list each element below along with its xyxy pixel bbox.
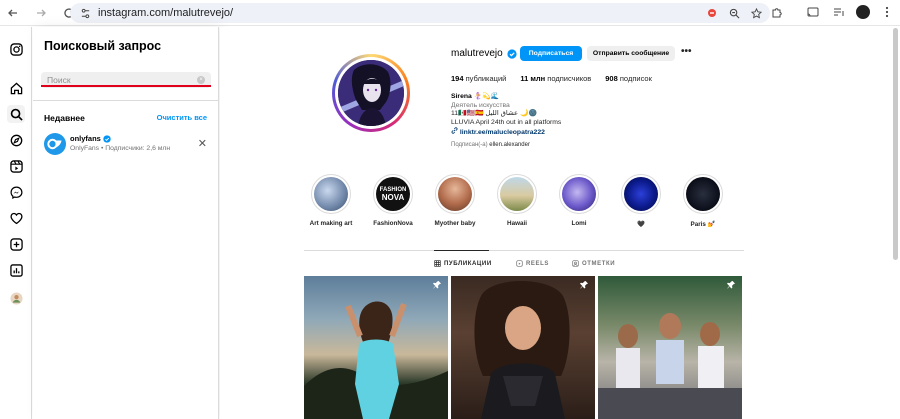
bio-category: Деятель искусства (451, 101, 510, 109)
notifications-heart-icon[interactable] (7, 209, 25, 227)
bio-display-name: Sirena 🧜‍♀️💫🌊 (451, 93, 500, 100)
messenger-icon[interactable] (7, 183, 25, 201)
cast-icon[interactable] (804, 3, 822, 21)
pinned-icon (580, 280, 589, 289)
profile-avatar-story-ring[interactable] (332, 54, 410, 132)
highlight-item[interactable]: Art making art (305, 174, 357, 227)
story-highlights: Art making art FASHION NOVA FashionNova M… (305, 174, 745, 234)
tabs-divider (304, 250, 744, 251)
recent-item-subtitle: OnlyFans • Подписчики: 2,6 млн (70, 145, 171, 152)
link-icon (451, 127, 458, 135)
highlight-item[interactable]: Myother baby (429, 174, 481, 227)
extensions-puzzle-icon[interactable] (768, 3, 786, 21)
highlight-item[interactable]: FASHION NOVA FashionNova (367, 174, 419, 227)
search-panel-title: Поисковый запрос (44, 39, 162, 53)
pinned-icon (727, 280, 736, 289)
highlight-item[interactable]: Hawaii (491, 174, 543, 227)
search-icon[interactable] (7, 105, 25, 123)
explore-compass-icon[interactable] (7, 131, 25, 149)
site-info-icon[interactable] (78, 6, 92, 20)
profile-username: malutrevejo (451, 48, 503, 59)
active-tab-indicator (434, 250, 489, 251)
create-plus-icon[interactable] (7, 235, 25, 253)
grid-icon (434, 260, 441, 267)
browser-profile-avatar[interactable] (856, 5, 870, 19)
dashboard-icon[interactable] (7, 261, 25, 279)
reels-icon (516, 260, 523, 267)
post-thumbnail[interactable] (451, 276, 595, 419)
media-controls-icon[interactable] (830, 3, 848, 21)
profile-avatar (338, 60, 404, 126)
clear-all-button[interactable]: Очистить все (157, 113, 207, 122)
follow-button[interactable]: Подписаться (520, 46, 582, 61)
remove-recent-icon[interactable]: ✕ (198, 137, 207, 150)
reels-icon[interactable] (7, 157, 25, 175)
profile-stats: 194 публикаций 11 млн подписчиков 908 по… (451, 74, 652, 83)
verified-badge-icon (103, 134, 111, 143)
page-scrollbar[interactable] (893, 28, 898, 260)
tab-tagged[interactable]: ОТМЕТКИ (572, 260, 615, 267)
recent-item-name-row: onlyfans (70, 134, 111, 143)
posts-count: 194 публикаций (451, 74, 507, 83)
instagram-nav-rail (0, 27, 32, 419)
address-bar[interactable]: instagram.com/malutrevejo/ (70, 3, 770, 23)
post-thumbnail[interactable] (304, 276, 448, 419)
profile-username-row: malutrevejo (451, 48, 517, 59)
recent-heading: Недавнее (44, 113, 85, 123)
onlyfans-avatar (44, 133, 66, 155)
pinned-icon (433, 280, 442, 289)
recent-search-item[interactable]: onlyfans OnlyFans • Подписчики: 2,6 млн … (33, 131, 219, 157)
more-options-icon[interactable]: ••• (681, 46, 692, 57)
home-icon[interactable] (7, 79, 25, 97)
recent-item-name: onlyfans (70, 134, 101, 143)
tagged-icon (572, 260, 579, 267)
following-count[interactable]: 908 подписок (605, 74, 652, 83)
url-text[interactable]: instagram.com/malutrevejo/ (98, 7, 233, 19)
browser-toolbar: instagram.com/malutrevejo/ (0, 0, 900, 26)
forward-arrow-icon[interactable] (31, 3, 51, 23)
profile-avatar-icon[interactable] (7, 289, 25, 307)
send-message-button[interactable]: Отправить сообщение (587, 46, 675, 61)
bookmark-star-icon[interactable] (748, 5, 764, 21)
tab-posts[interactable]: ПУБЛИКАЦИИ (434, 260, 492, 267)
clear-input-icon[interactable]: × (197, 76, 205, 84)
search-panel: Поисковый запрос × Недавнее Очистить все… (33, 27, 219, 419)
post-thumbnail[interactable] (598, 276, 742, 419)
profile-bio: Sirena 🧜‍♀️💫🌊 Деятель искусства 11🇲🇽🇺🇸🇪🇸… (451, 93, 561, 138)
highlight-item[interactable]: 🖤 (615, 174, 667, 228)
zoom-icon[interactable] (726, 5, 742, 21)
instagram-logo-icon[interactable] (7, 40, 25, 58)
profile-main: malutrevejo Подписаться Отправить сообще… (220, 27, 900, 419)
browser-menu-icon[interactable] (878, 3, 896, 21)
followed-by[interactable]: Подписан(-а) ellen.alexander (451, 142, 530, 148)
followers-count[interactable]: 11 млн подписчиков (520, 74, 591, 83)
tab-reels[interactable]: REELS (516, 260, 549, 267)
highlight-item[interactable]: Paris 💅 (677, 174, 729, 228)
extension-icon[interactable] (704, 5, 720, 21)
bio-line: LLUVIA April 24th out in all platforms (451, 118, 562, 126)
verified-badge-icon (507, 48, 517, 59)
bio-link[interactable]: linktr.ee/malucleopatra222 (451, 127, 561, 138)
panel-divider (33, 100, 219, 101)
back-arrow-icon[interactable] (3, 3, 23, 23)
bio-line: 11🇲🇽🇺🇸🇪🇸 ‫عشاق الليل‬ 🌙🌚 (451, 110, 537, 118)
search-input-highlight (41, 85, 211, 87)
highlight-item[interactable]: Lomi (553, 174, 605, 227)
